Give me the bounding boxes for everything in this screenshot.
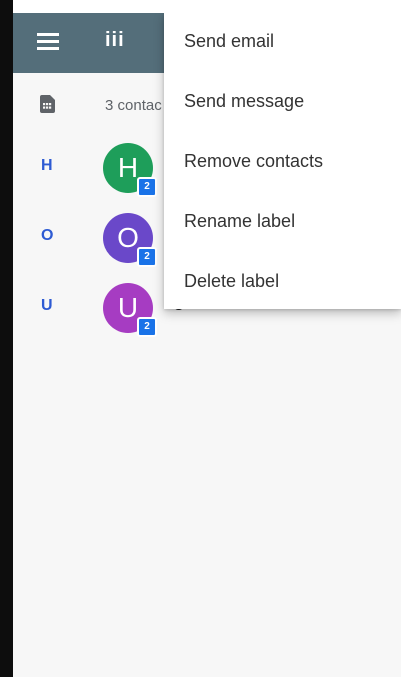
section-letter: U <box>41 297 53 314</box>
device-frame: iii 3 contac H H 2 O O 2 U U 2 Send emai… <box>0 0 401 677</box>
account-badge: 2 <box>137 247 157 267</box>
device-left-border <box>0 0 13 677</box>
overflow-menu: Send email Send message Remove contacts … <box>164 13 401 309</box>
account-badge: 2 <box>137 317 157 337</box>
menu-item-delete-label[interactable]: Delete label <box>164 253 401 313</box>
section-letter: O <box>41 227 54 244</box>
menu-item-rename-label[interactable]: Rename label <box>164 193 401 253</box>
hamburger-menu-icon[interactable] <box>37 33 59 51</box>
contacts-screen: iii 3 contac H H 2 O O 2 U U 2 Send emai… <box>13 13 401 677</box>
label-title: iii <box>105 29 125 51</box>
sim-card-icon <box>40 95 55 113</box>
section-letter: H <box>41 157 53 174</box>
account-badge: 2 <box>137 177 157 197</box>
contact-count: 3 contac <box>105 97 162 114</box>
menu-item-send-email[interactable]: Send email <box>164 13 401 73</box>
menu-item-remove-contacts[interactable]: Remove contacts <box>164 133 401 193</box>
menu-item-send-message[interactable]: Send message <box>164 73 401 133</box>
